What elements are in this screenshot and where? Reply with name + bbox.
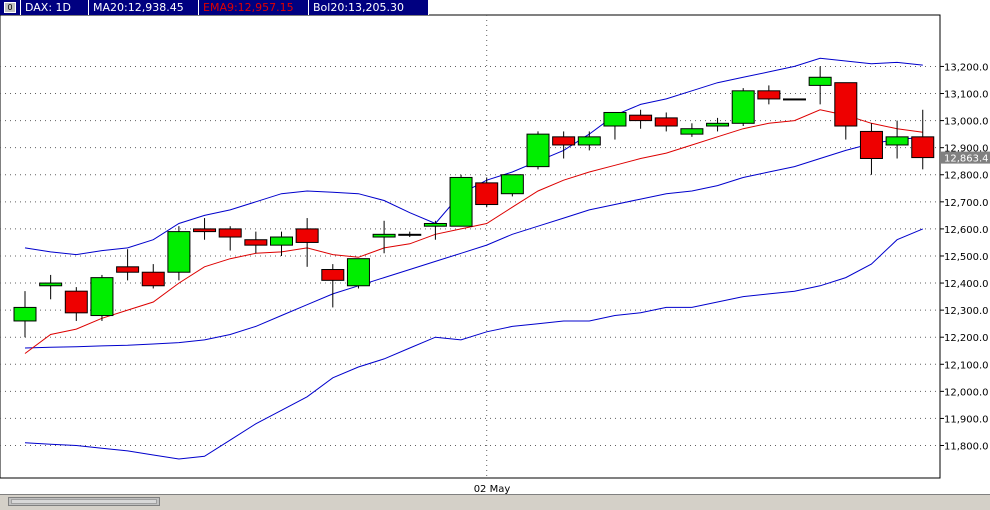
legend-bollinger: Bol20:13,205.30 [309,0,429,15]
y-tick-label: 12,000.0 [944,387,989,398]
candle [449,174,473,227]
candle-body [859,130,883,160]
candle [167,226,191,281]
y-tick-label: 12,800.0 [944,171,989,182]
candle-body [680,128,704,135]
candle-body [193,228,217,233]
candlestick-chart: 11,800.0 11,900.0 12,000.0 12,100.0 12,200.0… [0,0,990,495]
candle [90,274,114,321]
candle-body [885,136,909,146]
y-tick-label: 13,200.0 [944,62,989,73]
candle-body [116,266,140,273]
candle-body [167,231,191,273]
candle-body [808,76,832,86]
legend-ma20: MA20:12,938.45 [89,0,199,15]
candle-body [244,239,268,246]
chart-window: 11,800.0 11,900.0 12,000.0 12,100.0 12,200.0… [0,0,990,510]
y-tick-label: 11,900.0 [944,414,989,425]
candle-body [552,136,576,146]
y-tick-label: 12,200.0 [944,333,989,344]
y-tick-label: 12,400.0 [944,279,989,290]
scrollbar-thumb[interactable] [11,499,157,504]
candle-body [39,282,63,287]
candle-body [90,277,114,317]
candle [346,258,370,289]
candle-body [321,269,345,281]
candle-body [449,176,473,227]
candle-body [783,98,806,101]
y-tick-label: 11,800.0 [944,442,989,453]
chart-menu-icon[interactable]: 0 [0,0,21,15]
candle-body [64,290,88,314]
candle-body [372,233,396,238]
price-axis: 11,800.0 11,900.0 12,000.0 12,100.0 12,200.0… [940,62,990,453]
candle [731,88,755,127]
candle [500,174,524,197]
y-tick-label: 13,100.0 [944,90,989,101]
horizontal-scrollbar[interactable] [8,497,160,506]
y-tick-label: 12,700.0 [944,198,989,209]
candle-body [577,136,601,146]
y-tick-label: 12,100.0 [944,360,989,371]
candle-body [706,122,730,127]
candle-body [423,222,447,227]
legend-instrument: DAX: 1D [21,0,89,15]
candle [783,98,806,101]
candle-body [757,90,781,100]
candle-body [911,136,935,159]
candle-body [218,228,242,238]
y-tick-label: 12,600.0 [944,225,989,236]
y-tick-label: 12,500.0 [944,252,989,263]
candle-body [346,258,370,287]
y-tick-label: 13,000.0 [944,117,989,128]
candle-body [526,133,550,168]
candle-body [603,111,627,127]
legend-ema9: EMA9:12,957.15 [199,0,309,15]
candle-body [141,271,165,287]
candle [526,131,550,170]
candle-body [629,114,653,122]
y-tick-label: 12,300.0 [944,306,989,317]
candle-body [731,90,755,124]
candle-body [475,182,499,206]
chart-legend: 0 DAX: 1D MA20:12,938.45 EMA9:12,957.15 … [0,0,429,15]
chart-background [0,0,990,495]
candle-body [500,174,524,195]
candle-body [398,233,422,236]
last-price-label: 12,863.4 [944,154,989,165]
candle-body [654,117,678,127]
candle-body [834,82,858,127]
candle-body [270,236,293,246]
candle-body [295,228,319,243]
candle-body [13,306,37,322]
